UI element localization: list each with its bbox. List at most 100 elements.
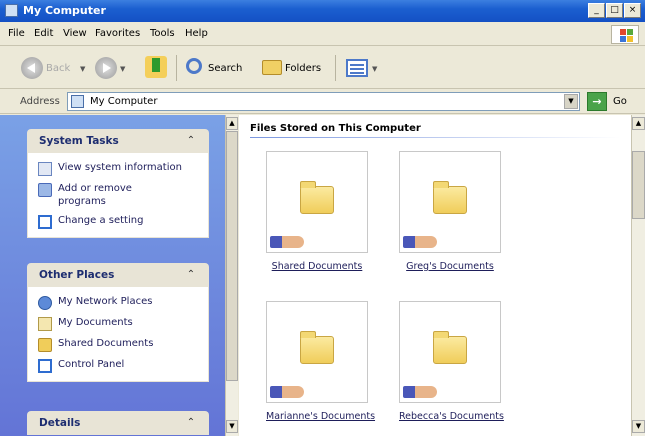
computer-icon xyxy=(71,95,84,108)
folders-icon[interactable] xyxy=(262,60,282,75)
control-panel-icon xyxy=(38,215,52,229)
forward-dropdown-icon[interactable]: ▼ xyxy=(120,65,125,73)
up-folder-icon[interactable] xyxy=(145,56,167,78)
task-label[interactable]: View system information xyxy=(58,161,182,174)
other-places-panel: Other Places ⌃ My Network Places My Docu… xyxy=(27,263,209,382)
windows-logo-icon xyxy=(611,25,639,44)
menu-edit[interactable]: Edit xyxy=(34,28,53,39)
views-dropdown-icon[interactable]: ▼ xyxy=(372,65,377,73)
address-bar: Address My Computer ▼ → Go xyxy=(0,90,645,114)
maximize-button[interactable]: □ xyxy=(606,3,623,18)
task-add-remove-programs[interactable]: Add or remove programs xyxy=(38,182,208,208)
shared-hand-icon xyxy=(270,386,304,398)
computer-icon xyxy=(5,4,18,17)
toolbar-separator xyxy=(176,55,177,81)
title-bar[interactable]: My Computer _ □ × xyxy=(0,0,645,22)
file-view: Files Stored on This Computer Shared Doc… xyxy=(239,115,631,436)
menu-favorites[interactable]: Favorites xyxy=(95,28,140,39)
search-button-label[interactable]: Search xyxy=(208,63,242,74)
folder-thumbnail[interactable] xyxy=(266,301,368,403)
folder-icon xyxy=(300,181,334,214)
go-arrow-icon[interactable]: → xyxy=(587,92,607,111)
folder-tile[interactable]: Shared Documents xyxy=(266,151,376,272)
add-remove-programs-icon xyxy=(38,183,52,197)
folder-icon xyxy=(300,331,334,364)
menu-bar: File Edit View Favorites Tools Help xyxy=(0,22,645,46)
details-header[interactable]: Details ⌃ xyxy=(27,411,209,435)
folder-icon xyxy=(433,181,467,214)
system-tasks-title: System Tasks xyxy=(39,135,119,147)
address-field[interactable]: My Computer ▼ xyxy=(67,92,580,111)
shared-hand-icon xyxy=(403,236,437,248)
folder-icon xyxy=(38,338,52,352)
folder-label[interactable]: Marianne's Documents xyxy=(266,411,375,422)
system-tasks-header[interactable]: System Tasks ⌃ xyxy=(27,129,209,153)
control-panel-icon xyxy=(38,359,52,373)
scroll-up-button[interactable]: ▲ xyxy=(226,117,238,130)
folder-label[interactable]: Shared Documents xyxy=(266,261,368,272)
window-controls: _ □ × xyxy=(588,3,641,18)
scroll-down-button[interactable]: ▼ xyxy=(226,420,238,433)
system-tasks-panel: System Tasks ⌃ View system information A… xyxy=(27,129,209,238)
place-label[interactable]: My Documents xyxy=(58,316,133,329)
place-my-documents[interactable]: My Documents xyxy=(38,316,208,331)
back-arrow-icon[interactable] xyxy=(21,57,43,79)
folder-thumbnail[interactable] xyxy=(399,151,501,253)
menu-tools[interactable]: Tools xyxy=(150,28,175,39)
details-title: Details xyxy=(39,417,81,429)
folder-label[interactable]: Rebecca's Documents xyxy=(399,411,504,422)
place-label[interactable]: My Network Places xyxy=(58,295,152,308)
chevron-up-icon[interactable]: ⌃ xyxy=(184,416,198,430)
task-pane-scrollbar[interactable]: ▲ ▼ xyxy=(225,115,238,436)
folders-button-label[interactable]: Folders xyxy=(285,63,321,74)
my-computer-window: My Computer _ □ × File Edit View Favorit… xyxy=(0,0,645,436)
task-label[interactable]: Add or remove programs xyxy=(58,182,138,208)
folder-tile[interactable]: Marianne's Documents xyxy=(266,301,376,422)
system-tasks-list: View system information Add or remove pr… xyxy=(27,153,209,238)
minimize-button[interactable]: _ xyxy=(588,3,605,18)
scroll-thumb[interactable] xyxy=(632,151,645,219)
folder-icon xyxy=(433,331,467,364)
folder-tile[interactable]: Rebecca's Documents xyxy=(399,301,509,422)
back-button-label[interactable]: Back xyxy=(46,63,70,74)
forward-arrow-icon[interactable] xyxy=(95,57,117,79)
task-view-system-info[interactable]: View system information xyxy=(38,161,208,176)
task-pane: System Tasks ⌃ View system information A… xyxy=(0,115,225,436)
views-icon[interactable] xyxy=(346,59,368,77)
other-places-title: Other Places xyxy=(39,269,115,281)
task-label[interactable]: Change a setting xyxy=(58,214,143,227)
address-label: Address xyxy=(20,96,60,107)
task-change-setting[interactable]: Change a setting xyxy=(38,214,208,229)
shared-hand-icon xyxy=(270,236,304,248)
menu-view[interactable]: View xyxy=(63,28,87,39)
place-label[interactable]: Control Panel xyxy=(58,358,124,371)
folder-thumbnail[interactable] xyxy=(266,151,368,253)
scroll-thumb[interactable] xyxy=(226,131,238,381)
chevron-up-icon[interactable]: ⌃ xyxy=(184,268,198,282)
address-value[interactable]: My Computer xyxy=(90,96,157,107)
go-button-label[interactable]: Go xyxy=(613,96,627,107)
content-scrollbar[interactable]: ▲ ▼ xyxy=(631,115,645,436)
search-icon[interactable] xyxy=(186,58,202,74)
place-label[interactable]: Shared Documents xyxy=(58,337,153,350)
folder-label[interactable]: Greg's Documents xyxy=(399,261,501,272)
other-places-header[interactable]: Other Places ⌃ xyxy=(27,263,209,287)
place-shared-documents[interactable]: Shared Documents xyxy=(38,337,208,352)
system-info-icon xyxy=(38,162,52,176)
folder-thumbnail[interactable] xyxy=(399,301,501,403)
place-my-network-places[interactable]: My Network Places xyxy=(38,295,208,310)
shared-hand-icon xyxy=(403,386,437,398)
scroll-up-button[interactable]: ▲ xyxy=(632,117,645,130)
address-dropdown-icon[interactable]: ▼ xyxy=(564,94,578,109)
close-button[interactable]: × xyxy=(624,3,641,18)
scroll-down-button[interactable]: ▼ xyxy=(632,420,645,433)
menu-help[interactable]: Help xyxy=(185,28,208,39)
other-places-list: My Network Places My Documents Shared Do… xyxy=(27,287,209,382)
back-dropdown-icon[interactable]: ▼ xyxy=(80,65,85,73)
place-control-panel[interactable]: Control Panel xyxy=(38,358,208,373)
my-documents-icon xyxy=(38,317,52,331)
menu-file[interactable]: File xyxy=(8,28,25,39)
toolbar-separator xyxy=(335,55,336,81)
chevron-up-icon[interactable]: ⌃ xyxy=(184,134,198,148)
folder-tile[interactable]: Greg's Documents xyxy=(399,151,509,272)
